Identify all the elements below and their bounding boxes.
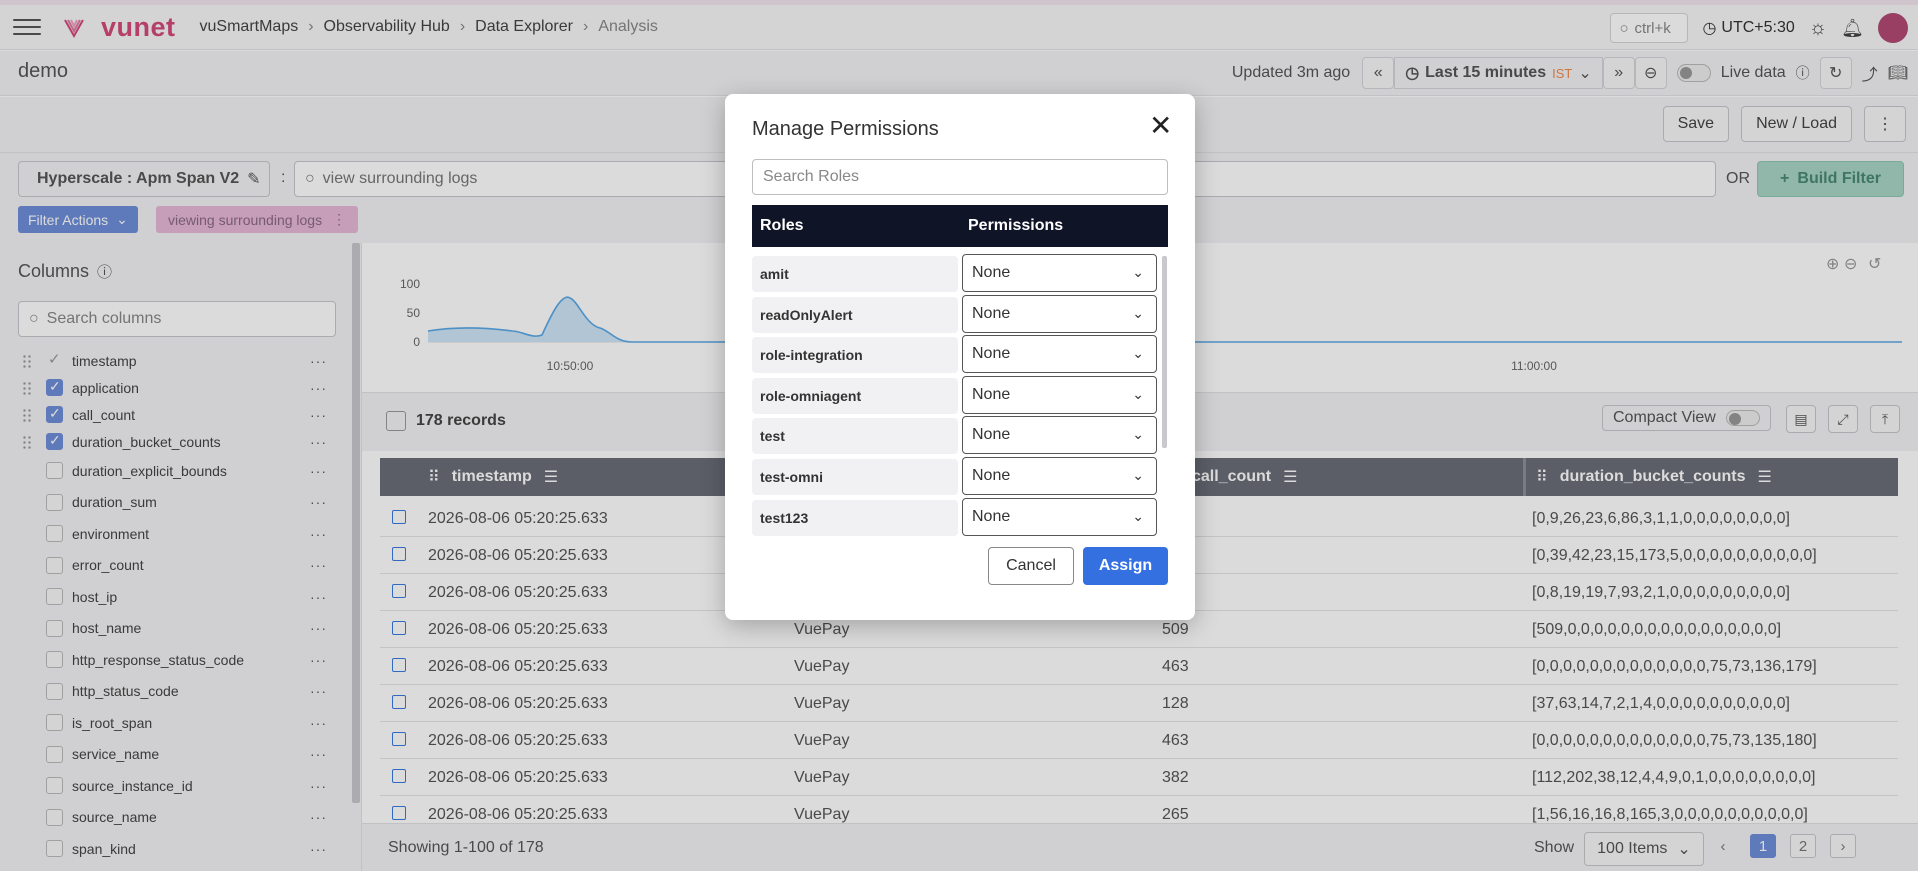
- permission-select[interactable]: None ⌄: [962, 456, 1157, 495]
- permission-row: readOnlyAlert None ⌄: [752, 294, 1168, 335]
- permission-select[interactable]: None ⌄: [962, 497, 1157, 536]
- role-name: test: [752, 418, 958, 455]
- chevron-down-icon: ⌄: [1132, 466, 1144, 483]
- cancel-button[interactable]: Cancel: [988, 547, 1074, 585]
- role-name: test-omni: [752, 458, 958, 495]
- permissions-table-header: Roles Permissions: [752, 205, 1168, 247]
- permission-value: None: [972, 345, 1011, 363]
- role-name: amit: [752, 256, 958, 292]
- chevron-down-icon: ⌄: [1132, 385, 1144, 402]
- role-name: role-omniagent: [752, 377, 958, 414]
- permission-value: None: [972, 466, 1011, 484]
- permission-select[interactable]: None ⌄: [962, 335, 1157, 374]
- role-name: role-integration: [752, 337, 958, 374]
- permission-value: None: [972, 507, 1011, 525]
- permission-row: role-omniagent None ⌄: [752, 375, 1168, 416]
- permission-select[interactable]: None ⌄: [962, 294, 1157, 333]
- chevron-down-icon: ⌄: [1132, 304, 1144, 321]
- permissions-scrollbar[interactable]: [1162, 256, 1167, 448]
- permission-row: test None ⌄: [752, 416, 1168, 456]
- permissions-list: amit None ⌄ readOnlyAlert None ⌄ role-integrat…: [752, 254, 1168, 539]
- permission-select[interactable]: None ⌄: [962, 375, 1157, 414]
- roles-column-header: Roles: [760, 217, 804, 234]
- permission-value: None: [972, 264, 1011, 281]
- chevron-down-icon: ⌄: [1132, 345, 1144, 362]
- permission-value: None: [972, 385, 1011, 403]
- permission-select[interactable]: None ⌄: [962, 254, 1157, 292]
- role-name: readOnlyAlert: [752, 296, 958, 333]
- chevron-down-icon: ⌄: [1132, 426, 1144, 443]
- search-roles-input[interactable]: Search Roles: [752, 159, 1168, 195]
- manage-permissions-dialog: Manage Permissions ✕ Search Roles Roles …: [725, 94, 1195, 620]
- permission-row: role-integration None ⌄: [752, 335, 1168, 375]
- permission-row: test123 None ⌄: [752, 497, 1168, 538]
- close-icon[interactable]: ✕: [1149, 112, 1172, 140]
- chevron-down-icon: ⌄: [1132, 264, 1144, 280]
- search-roles-placeholder: Search Roles: [763, 168, 860, 185]
- permission-value: None: [972, 304, 1011, 322]
- permission-row: amit None ⌄: [752, 254, 1168, 294]
- permission-row: test-omni None ⌄: [752, 456, 1168, 497]
- permission-select[interactable]: None ⌄: [962, 416, 1157, 455]
- role-name: test123: [752, 499, 958, 536]
- dialog-title: Manage Permissions: [752, 118, 939, 140]
- chevron-down-icon: ⌄: [1132, 507, 1144, 524]
- assign-button[interactable]: Assign: [1083, 547, 1168, 585]
- permissions-column-header: Permissions: [968, 217, 1064, 234]
- permission-value: None: [972, 426, 1011, 444]
